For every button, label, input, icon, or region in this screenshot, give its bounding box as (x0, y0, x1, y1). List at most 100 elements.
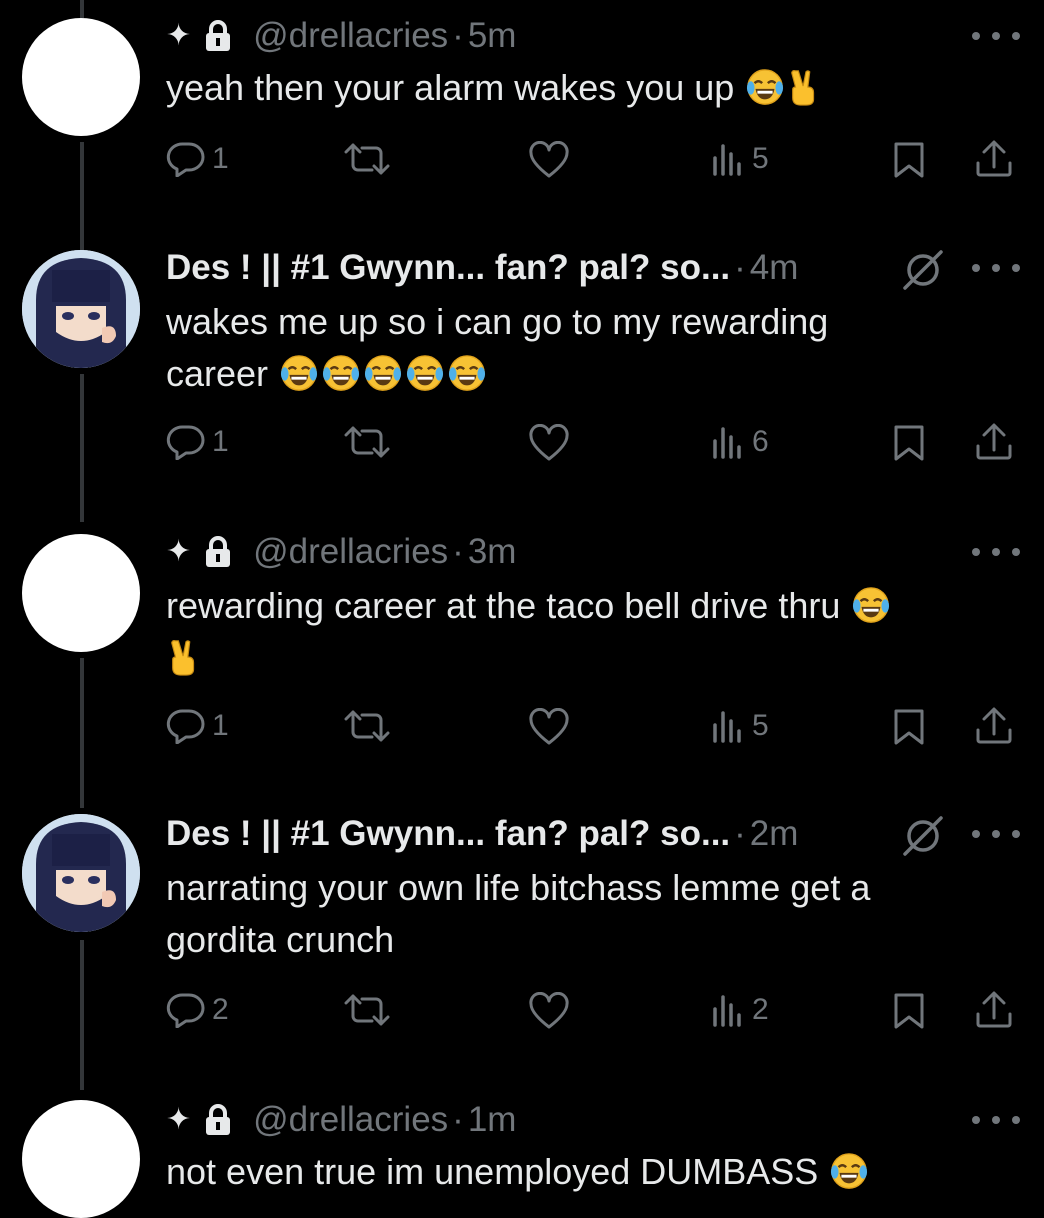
victory-hand-icon (791, 70, 815, 106)
views-button[interactable]: 5 (710, 708, 769, 744)
reply-button[interactable]: 1 (166, 708, 229, 744)
reply-button[interactable]: 1 (166, 424, 229, 460)
face-with-tears-of-joy-icon (323, 355, 360, 391)
author-display-name[interactable]: Des ! || #1 Gwynn... fan? pal? so... (166, 814, 730, 854)
avatar[interactable] (22, 534, 140, 652)
reply-icon (166, 993, 205, 1028)
like-button[interactable] (528, 708, 570, 746)
view-count: 5 (752, 709, 769, 742)
author-display-name[interactable]: Des ! || #1 Gwynn... fan? pal? so... (166, 248, 730, 288)
face-with-tears-of-joy-icon (449, 355, 486, 391)
share-icon (976, 423, 1012, 460)
action-bar: 1 5 (0, 700, 1044, 750)
bookmark-button[interactable] (893, 424, 925, 462)
view-count: 6 (752, 425, 769, 458)
anime-character-avatar (22, 250, 140, 368)
separator: · (734, 814, 746, 853)
repost-icon (344, 143, 390, 175)
sparkle-icon: ✦ (166, 1103, 192, 1136)
victory-hand-icon (171, 640, 195, 676)
like-button[interactable] (528, 992, 570, 1030)
tweet-text-line: not even true im unemployed DUMBASS (166, 1151, 819, 1192)
like-button[interactable] (528, 424, 570, 462)
avatar[interactable] (22, 250, 140, 368)
share-icon (976, 707, 1012, 744)
like-icon (529, 141, 569, 178)
bookmark-button[interactable] (893, 141, 925, 179)
author-handle[interactable]: @drellacries (253, 532, 448, 572)
face-with-tears-of-joy-icon (853, 587, 890, 623)
bookmark-icon (894, 709, 924, 745)
repost-button[interactable] (343, 708, 391, 744)
reply-count: 1 (212, 142, 229, 175)
bookmark-icon (894, 142, 924, 178)
bookmark-icon (894, 425, 924, 461)
face-with-tears-of-joy-icon (365, 355, 402, 391)
avatar[interactable] (22, 814, 140, 932)
tweet-header: ✦ @drellacries · 1m (166, 1098, 516, 1142)
action-bar: 2 2 (0, 984, 1044, 1034)
share-button[interactable] (974, 422, 1014, 462)
views-icon (713, 711, 741, 743)
share-button[interactable] (974, 706, 1014, 746)
lock-icon (206, 1104, 231, 1135)
more-icon[interactable] (972, 542, 1020, 562)
views-button[interactable]: 6 (710, 424, 769, 460)
timestamp[interactable]: 5m (468, 16, 517, 56)
avatar[interactable] (22, 1100, 140, 1218)
repost-icon (344, 994, 390, 1026)
share-button[interactable] (974, 139, 1014, 179)
bookmark-icon (894, 993, 924, 1029)
more-icon[interactable] (972, 26, 1020, 46)
timestamp[interactable]: 2m (750, 814, 799, 854)
anime-character-avatar (22, 814, 140, 932)
separator: · (452, 1100, 464, 1139)
avatar[interactable] (22, 18, 140, 136)
sparkle-icon: ✦ (166, 19, 192, 52)
author-handle[interactable]: @drellacries (253, 1100, 448, 1140)
author-handle[interactable]: @drellacries (253, 16, 448, 56)
like-icon (529, 424, 569, 461)
reply-button[interactable]: 2 (166, 992, 229, 1028)
face-with-tears-of-joy-icon (747, 69, 784, 105)
reply-count: 1 (212, 709, 229, 742)
like-icon (529, 992, 569, 1029)
share-icon (976, 991, 1012, 1028)
share-button[interactable] (974, 990, 1014, 1030)
no-archive-icon (903, 816, 943, 856)
tweet-text: wakes me up so i can go to my rewarding c… (166, 296, 986, 400)
bookmark-button[interactable] (893, 992, 925, 1030)
views-button[interactable]: 5 (710, 141, 769, 177)
views-icon (713, 427, 741, 459)
action-bar: 1 5 (0, 133, 1044, 183)
reply-count: 1 (212, 425, 229, 458)
bookmark-button[interactable] (893, 708, 925, 746)
repost-button[interactable] (343, 141, 391, 177)
reply-button[interactable]: 1 (166, 141, 229, 177)
no-archive-icon (903, 250, 943, 290)
more-icon[interactable] (972, 1110, 1020, 1130)
views-icon (713, 144, 741, 176)
face-with-tears-of-joy-icon (407, 355, 444, 391)
separator: · (452, 532, 464, 571)
like-icon (529, 708, 569, 745)
timestamp[interactable]: 3m (468, 532, 517, 572)
repost-button[interactable] (343, 424, 391, 460)
tweet-header: ✦ @drellacries · 3m (166, 530, 516, 574)
like-button[interactable] (528, 141, 570, 179)
tweet-text-line: narrating your own life bitchass lemme g… (166, 867, 871, 908)
more-icon[interactable] (972, 258, 1020, 278)
repost-icon (344, 426, 390, 458)
tweet-text: not even true im unemployed DUMBASS (166, 1146, 986, 1198)
views-button[interactable]: 2 (710, 992, 769, 1028)
repost-button[interactable] (343, 992, 391, 1028)
lock-icon (206, 536, 231, 567)
more-icon[interactable] (972, 824, 1020, 844)
view-count: 5 (752, 142, 769, 175)
tweet-text: narrating your own life bitchass lemme g… (166, 862, 986, 966)
share-icon (976, 140, 1012, 177)
repost-icon (344, 710, 390, 742)
timestamp[interactable]: 4m (750, 248, 799, 288)
tweet-text-line: yeah then your alarm wakes you up (166, 67, 735, 108)
timestamp[interactable]: 1m (468, 1100, 517, 1140)
